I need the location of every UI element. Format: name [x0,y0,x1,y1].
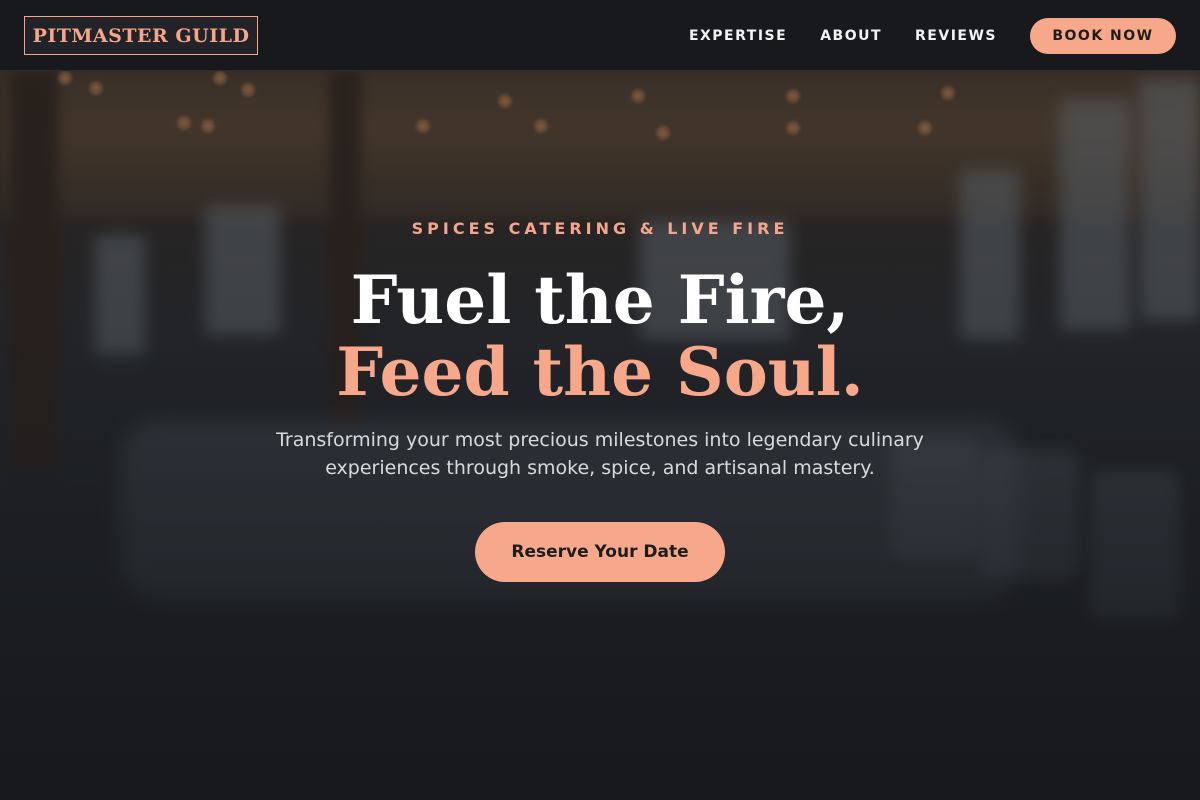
main-nav: EXPERTISE ABOUT REVIEWS BOOK NOW [689,18,1176,54]
reserve-date-button[interactable]: Reserve Your Date [475,522,725,582]
book-now-button[interactable]: BOOK NOW [1030,18,1176,54]
hero-headline-line2: Feed the Soul. [336,333,864,411]
nav-link-reviews[interactable]: REVIEWS [915,28,997,44]
hero-subtitle: Transforming your most precious mileston… [276,429,924,479]
logo[interactable]: PITMASTER GUILD [24,16,258,55]
hero-eyebrow: SPICES CATERING & LIVE FIRE [411,219,789,238]
hero-headline-line1: Fuel the Fire, [350,261,850,339]
nav-link-expertise[interactable]: EXPERTISE [689,28,787,44]
site-header: PITMASTER GUILD EXPERTISE ABOUT REVIEWS … [0,0,1200,71]
hero-section: SPICES CATERING & LIVE FIRE Fuel the Fir… [0,0,1200,800]
nav-link-about[interactable]: ABOUT [820,28,882,44]
